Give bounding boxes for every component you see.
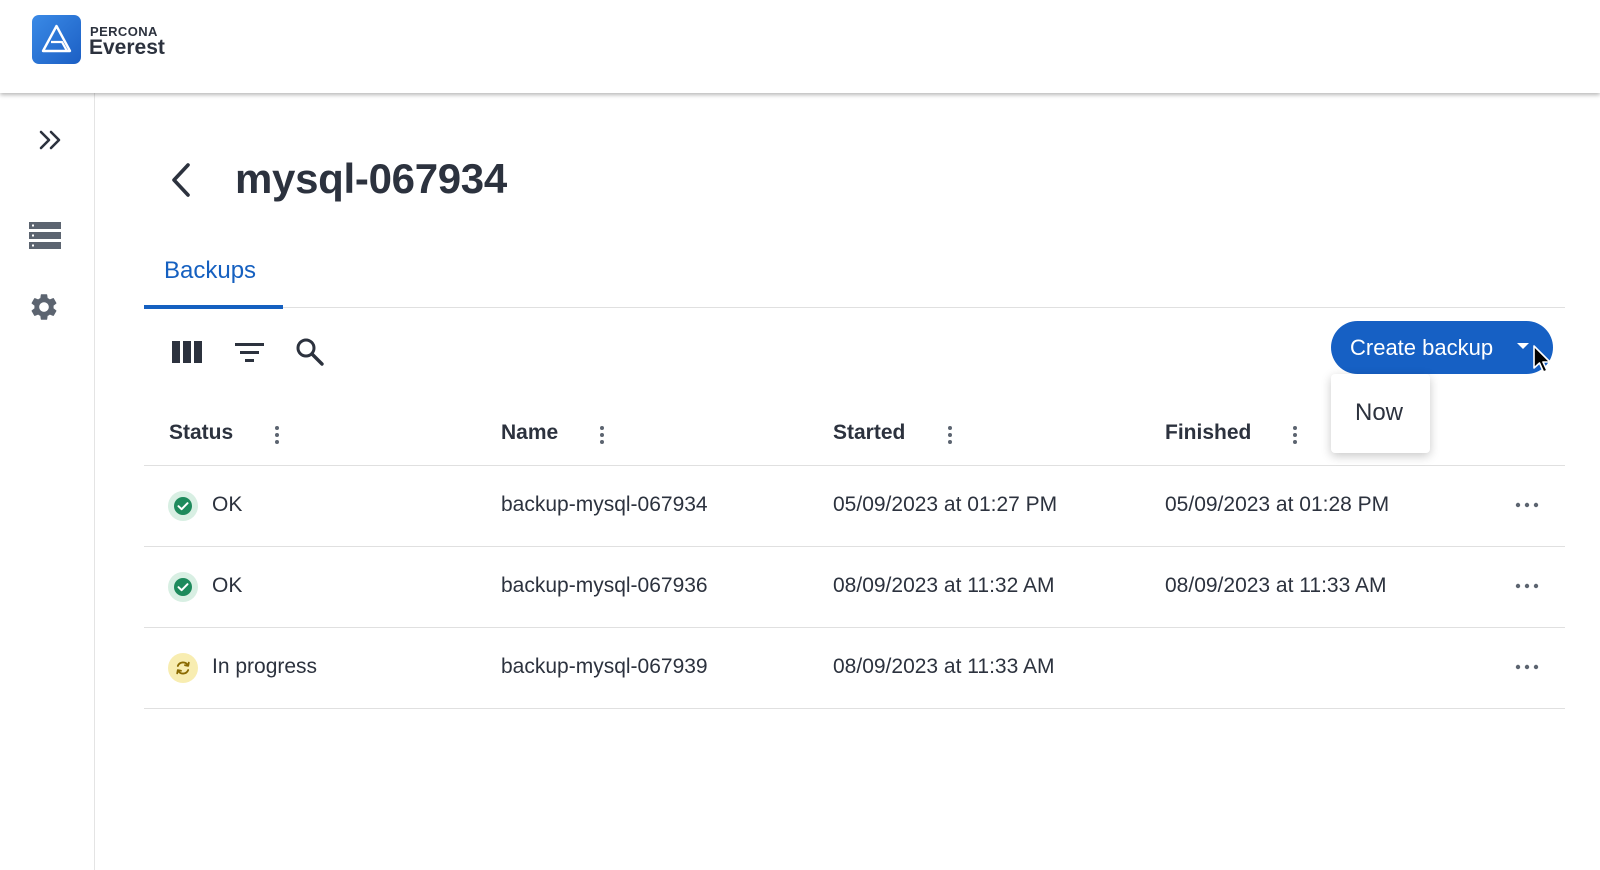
status-text: OK xyxy=(212,574,243,597)
row-actions-more-icon[interactable] xyxy=(1512,495,1542,515)
column-menu-status-icon[interactable] xyxy=(274,425,280,450)
column-header-status[interactable]: Status xyxy=(169,421,233,445)
percona-logo-icon[interactable] xyxy=(32,15,81,64)
column-header-finished[interactable]: Finished xyxy=(1165,421,1251,445)
menu-item-now[interactable]: Now xyxy=(1331,374,1430,453)
backup-name: backup-mysql-067934 xyxy=(501,493,708,516)
column-menu-finished-icon[interactable] xyxy=(1292,425,1298,450)
column-header-name[interactable]: Name xyxy=(501,421,558,445)
tab-bar: Backups xyxy=(144,245,1565,309)
started-time: 08/09/2023 at 11:33 AM xyxy=(833,655,1055,678)
filter-icon[interactable] xyxy=(235,341,264,368)
settings-gear-icon[interactable] xyxy=(28,291,60,328)
menu-item-now-label: Now xyxy=(1355,399,1404,426)
status-in-progress-icon xyxy=(168,653,198,683)
tab-backups[interactable]: Backups xyxy=(144,245,283,309)
active-tab-indicator xyxy=(144,305,283,309)
row-actions-more-icon[interactable] xyxy=(1512,576,1542,596)
create-backup-menu: Now xyxy=(1331,374,1430,453)
table-row[interactable]: OK backup-mysql-067934 05/09/2023 at 01:… xyxy=(144,466,1565,547)
table-row[interactable]: In progress backup-mysql-067939 08/09/20… xyxy=(144,628,1565,709)
status-ok-icon xyxy=(168,491,198,521)
search-icon[interactable] xyxy=(295,337,325,372)
status-ok-icon xyxy=(168,572,198,602)
chevron-left-icon xyxy=(172,163,190,197)
brand-product: Everest xyxy=(89,36,165,59)
finished-time: 05/09/2023 at 01:28 PM xyxy=(1165,493,1390,516)
row-actions-more-icon[interactable] xyxy=(1512,657,1542,677)
backup-name: backup-mysql-067939 xyxy=(501,655,708,678)
databases-list-icon[interactable] xyxy=(29,222,61,255)
mouse-cursor-icon xyxy=(1532,345,1552,380)
started-time: 05/09/2023 at 01:27 PM xyxy=(833,493,1058,516)
page-title: mysql-067934 xyxy=(235,155,507,202)
top-bar: PERCONA Everest xyxy=(0,0,1600,93)
tab-backups-label: Backups xyxy=(164,257,257,284)
status-text: OK xyxy=(212,493,243,516)
table-row[interactable]: OK backup-mysql-067936 08/09/2023 at 11:… xyxy=(144,547,1565,628)
columns-icon[interactable] xyxy=(172,340,202,369)
double-chevron-right-icon[interactable] xyxy=(38,129,64,156)
column-header-started[interactable]: Started xyxy=(833,421,905,445)
finished-time: 08/09/2023 at 11:33 AM xyxy=(1165,574,1387,597)
back-button[interactable] xyxy=(164,160,200,200)
create-backup-label: Create backup xyxy=(1350,335,1494,360)
caret-down-icon[interactable] xyxy=(1517,343,1529,349)
status-text: In progress xyxy=(212,655,318,678)
sidebar xyxy=(0,93,95,870)
backup-name: backup-mysql-067936 xyxy=(501,574,708,597)
create-backup-button[interactable]: Create backup xyxy=(1331,321,1553,374)
started-time: 08/09/2023 at 11:32 AM xyxy=(833,574,1055,597)
column-menu-started-icon[interactable] xyxy=(947,425,953,450)
column-menu-name-icon[interactable] xyxy=(599,425,605,450)
